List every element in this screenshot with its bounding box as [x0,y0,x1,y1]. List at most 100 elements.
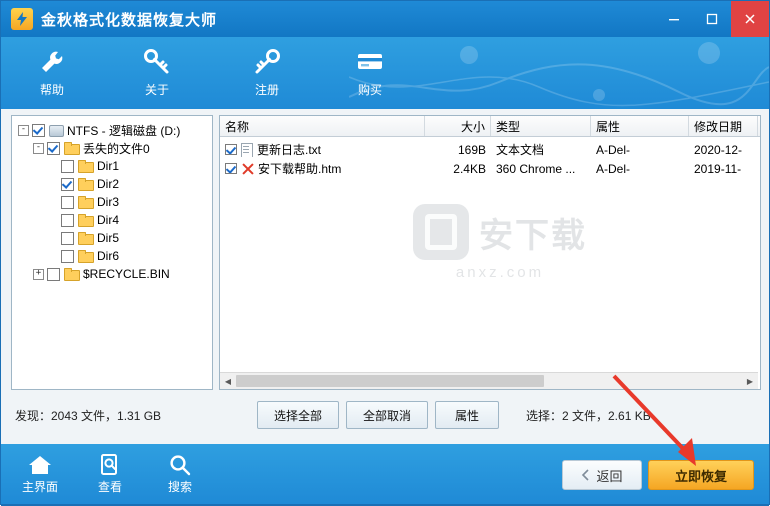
file-name: 更新日志.txt [257,143,322,157]
document-search-icon [99,452,121,478]
scrollbar-thumb[interactable] [236,375,544,387]
toolbar-item-about[interactable]: 关于 [114,45,200,105]
tree-node-label: 丢失的文件0 [83,141,150,156]
back-button[interactable]: 返回 [562,460,642,490]
tree-node-recycle-bin[interactable]: + $RECYCLE.BIN [16,265,208,283]
scroll-left-arrow-icon[interactable]: ◀ [220,373,236,389]
tree-node-label: $RECYCLE.BIN [83,267,170,281]
folder-tree-panel[interactable]: - NTFS - 逻辑磁盘 (D:) - 丢失的文件0 Dir1 Dir2 Di… [11,115,213,390]
app-title: 金秋格式化数据恢复大师 [41,11,218,29]
chevron-left-icon [582,469,590,481]
footer-item-label: 主界面 [21,480,58,494]
tree-node-checkbox[interactable] [61,177,74,191]
tree-node-dir3[interactable]: Dir3 [16,193,208,211]
scroll-right-arrow-icon[interactable]: ▶ [742,373,758,389]
file-name: 安下载帮助.htm [258,162,342,176]
bolt-icon [17,12,27,26]
file-list-horizontal-scrollbar[interactable]: ◀ ▶ [220,372,758,389]
file-list-header: 名称 大小 类型 属性 修改日期 [220,116,760,137]
footer-bar: 主界面 查看 搜索 返回 立即恢复 [1,444,769,504]
tree-node-ntfs[interactable]: - NTFS - 逻辑磁盘 (D:) [16,121,208,139]
file-attr: A-Del- [596,161,631,176]
recover-now-label: 立即恢复 [674,468,727,484]
tree-node-checkbox[interactable] [47,141,60,155]
tree-node-dir1[interactable]: Dir1 [16,157,208,175]
tree-node-label: Dir2 [97,177,120,191]
column-header-type[interactable]: 类型 [491,116,591,136]
wrench-icon [37,45,67,79]
tree-node-checkbox[interactable] [61,249,74,263]
footer-item-view[interactable]: 查看 [77,452,143,498]
folder-tree: - NTFS - 逻辑磁盘 (D:) - 丢失的文件0 Dir1 Dir2 Di… [12,116,212,283]
deselect-all-button[interactable]: 全部取消 [346,401,428,429]
file-row-checkbox[interactable] [225,163,237,174]
file-type: 文本文档 [496,143,545,157]
toolbar-item-label: 注册 [254,83,279,97]
file-row-checkbox[interactable] [225,144,237,155]
minimize-icon [669,19,679,21]
tree-node-checkbox[interactable] [61,195,74,209]
tree-node-checkbox[interactable] [61,213,74,227]
file-date: 2019-11- [694,161,742,176]
properties-button[interactable]: 属性 [435,401,499,429]
minimize-button[interactable] [655,1,693,37]
column-header-attr[interactable]: 属性 [591,116,689,136]
footer-item-home[interactable]: 主界面 [7,452,73,498]
toolbar-item-label: 关于 [144,83,169,97]
tree-node-label: Dir3 [97,195,120,209]
expander-icon[interactable]: - [18,124,29,136]
content-area: - NTFS - 逻辑磁盘 (D:) - 丢失的文件0 Dir1 Dir2 Di… [1,109,769,444]
file-list-panel[interactable]: 名称 大小 类型 属性 修改日期 更新日志.txt 169B 文本文档 A-De… [219,115,761,390]
maximize-button[interactable] [693,1,731,37]
deleted-file-icon [241,162,255,176]
tree-node-dir6[interactable]: Dir6 [16,247,208,265]
file-list-row[interactable]: 更新日志.txt 169B 文本文档 A-Del- 2020-12- [220,140,760,159]
window-controls [655,1,769,37]
footer-item-label: 搜索 [167,480,192,494]
app-logo-icon [11,8,33,30]
watermark-bag-icon [413,204,469,260]
tree-node-dir4[interactable]: Dir4 [16,211,208,229]
footer-item-label: 查看 [97,480,122,494]
close-button[interactable] [731,1,769,37]
magnifier-icon [169,452,191,478]
recover-now-button[interactable]: 立即恢复 [648,460,754,490]
maximize-icon [706,13,718,25]
selection-summary: 选择：2 文件，2.61 KB [526,409,651,423]
toolbar-item-register[interactable]: 注册 [224,45,310,105]
toolbar-item-help[interactable]: 帮助 [9,45,95,105]
folder-icon [64,142,80,155]
file-type: 360 Chrome ... [496,161,576,176]
tree-node-checkbox[interactable] [32,123,45,137]
file-list-row[interactable]: 安下载帮助.htm 2.4KB 360 Chrome ... A-Del- 20… [220,159,760,178]
watermark: 安下载 anxz.com [350,204,650,281]
key-icon [252,45,282,79]
footer-item-search[interactable]: 搜索 [147,452,213,498]
folder-icon [78,196,94,209]
file-date: 2020-12- [694,142,743,157]
key-icon [142,45,172,79]
expander-icon[interactable]: + [33,268,44,280]
tree-node-lost-files[interactable]: - 丢失的文件0 [16,139,208,157]
toolbar-item-buy[interactable]: 购买 [327,45,413,105]
column-header-date[interactable]: 修改日期 [689,116,758,136]
close-icon [745,14,755,24]
watermark-subtitle: anxz.com [455,264,545,281]
tree-node-dir5[interactable]: Dir5 [16,229,208,247]
tree-node-checkbox[interactable] [47,267,60,281]
main-toolbar: 帮助 关于 注册 购买 [1,37,769,109]
file-attr: A-Del- [596,142,631,157]
tree-node-dir2[interactable]: Dir2 [16,175,208,193]
column-header-size[interactable]: 大小 [425,116,491,136]
column-header-name[interactable]: 名称 [220,116,425,136]
folder-icon [78,178,94,191]
disk-icon [49,124,64,137]
tree-node-checkbox[interactable] [61,231,74,245]
tree-node-label: Dir1 [97,159,120,173]
tree-node-checkbox[interactable] [61,159,74,173]
expander-icon[interactable]: - [33,142,44,154]
watermark-title: 安下载 [479,216,587,255]
tree-node-label: Dir4 [97,213,120,227]
application-window: 金秋格式化数据恢复大师 帮助 关于 注册 购买 - NTFS - 逻辑磁盘 (D… [0,0,770,506]
select-all-button[interactable]: 选择全部 [257,401,339,429]
